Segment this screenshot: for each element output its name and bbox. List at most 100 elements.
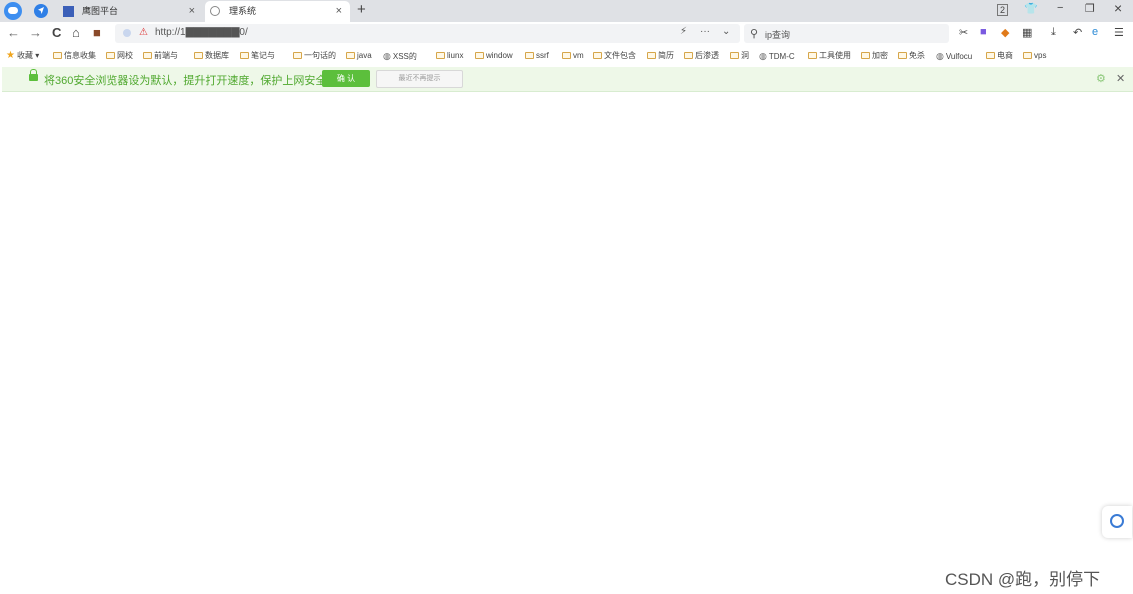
watermark: CSDN @跑，别停下	[945, 570, 1101, 589]
default-browser-infobar: 将360安全浏览器设为默认，提升打开速度，保护上网安全 确 认 最近不再提示 ⚙…	[2, 67, 1133, 92]
folder-icon	[1023, 52, 1032, 59]
skin-icon[interactable]: 👕	[1024, 2, 1038, 15]
apps-grid-icon[interactable]: ▦	[1022, 26, 1032, 39]
bookmark-folder[interactable]: 一句话的	[293, 46, 336, 66]
bookmark-folder[interactable]: 数据库	[194, 46, 229, 66]
bookmark-folder[interactable]: 文件包含	[593, 46, 636, 66]
toolbar: ← → C ⌂ ■ ⚠ http://1▇▇▇▇▇▇▇0/ ⚡ ··· ⌄ ⚲ …	[0, 22, 1133, 46]
tab-title: 鹰图平台	[82, 6, 119, 16]
bookmark-folder[interactable]: 信息收集	[53, 46, 96, 66]
back-button[interactable]: ←	[7, 25, 20, 40]
folder-icon	[194, 52, 203, 59]
scissors-icon[interactable]: ✂	[959, 26, 968, 39]
extension-fox-icon[interactable]: ◆	[1001, 26, 1009, 39]
url-text[interactable]: http://1▇▇▇▇▇▇▇0/	[155, 27, 248, 38]
folder-icon	[593, 52, 602, 59]
folder-icon	[986, 52, 995, 59]
confirm-button[interactable]: 确 认	[322, 70, 370, 87]
download-icon[interactable]: ⤓	[1051, 26, 1056, 39]
folder-icon	[53, 52, 62, 59]
folder-icon	[562, 52, 571, 59]
forward-button[interactable]: →	[29, 25, 42, 40]
tab-2-active[interactable]: 理系统 ×	[205, 1, 350, 22]
extension-bag-icon[interactable]: ■	[93, 25, 101, 40]
site-icon	[123, 29, 131, 37]
bookmark-folder[interactable]: 洞	[730, 46, 749, 66]
folder-icon	[106, 52, 115, 59]
dont-remind-button[interactable]: 最近不再提示	[376, 70, 463, 88]
tab-count-badge[interactable]: 2	[997, 4, 1009, 16]
star-icon: ★	[6, 50, 15, 61]
tab-favicon-icon	[210, 6, 220, 16]
bookmark-folder[interactable]: 工具使用	[808, 46, 851, 66]
folder-icon	[684, 52, 693, 59]
bookmark-link[interactable]: ◍ XSS的	[383, 46, 417, 66]
bookmark-favorites[interactable]: ★ 收藏 ▾	[6, 46, 39, 66]
tab-favicon-icon	[63, 6, 74, 17]
folder-icon	[143, 52, 152, 59]
floating-assistant-button[interactable]	[1102, 506, 1132, 538]
folder-icon	[898, 52, 907, 59]
search-input[interactable]: ip查询	[765, 28, 790, 41]
bookmark-folder[interactable]: 加密	[861, 46, 888, 66]
menu-icon[interactable]: ☰	[1114, 26, 1124, 39]
pinned-tab-icon[interactable]	[34, 4, 48, 18]
folder-icon	[240, 52, 249, 59]
folder-icon	[525, 52, 534, 59]
bookmark-link[interactable]: ◍ TDM-C	[759, 46, 795, 66]
browser-logo-icon[interactable]	[4, 2, 22, 20]
bookmark-folder[interactable]: 前端与	[143, 46, 178, 66]
bookmark-folder[interactable]: 免杀	[898, 46, 925, 66]
restore-button[interactable]: ❐	[1085, 2, 1095, 15]
tab-close-button[interactable]: ×	[336, 1, 342, 22]
bookmark-folder[interactable]: vps	[1023, 46, 1046, 66]
globe-icon: ◍	[759, 51, 767, 61]
tab-close-button[interactable]: ×	[189, 1, 195, 22]
tab-title: 理系统	[229, 6, 257, 16]
bookmarks-bar: ★ 收藏 ▾ 信息收集 网校 前端与 数据库 笔记与 一句话的 java ◍ XSS…	[0, 46, 1133, 66]
bookmark-folder[interactable]: window	[475, 46, 513, 66]
bookmark-folder[interactable]: ssrf	[525, 46, 549, 66]
lock-icon	[29, 69, 38, 81]
infobar-message: 将360安全浏览器设为默认，提升打开速度，保护上网安全	[44, 75, 327, 87]
page-content	[2, 92, 1133, 594]
infobar-close-button[interactable]: ✕	[1116, 72, 1125, 85]
folder-icon	[475, 52, 484, 59]
bookmark-folder[interactable]: 后渗透	[684, 46, 719, 66]
folder-icon	[730, 52, 739, 59]
minimize-button[interactable]: −	[1057, 2, 1063, 14]
close-window-button[interactable]: ×	[1114, 0, 1122, 16]
folder-icon	[808, 52, 817, 59]
bookmark-folder[interactable]: 电商	[986, 46, 1013, 66]
bookmark-folder[interactable]: 简历	[647, 46, 674, 66]
folder-icon	[647, 52, 656, 59]
reload-button[interactable]: C	[52, 25, 61, 40]
bookmark-folder[interactable]: 网校	[106, 46, 133, 66]
undo-icon[interactable]: ↶	[1073, 26, 1082, 39]
globe-icon: ◍	[383, 51, 391, 61]
bookmark-link[interactable]: ◍ Vulfocu	[936, 46, 972, 66]
lightning-icon[interactable]: ⚡	[680, 26, 687, 37]
bookmark-folder[interactable]: vm	[562, 46, 584, 66]
tab-bar: 鹰图平台 × 理系统 × + 2 👕 − ❐ ×	[0, 0, 1133, 22]
extension-purple-icon[interactable]: ■	[980, 26, 987, 38]
chevron-down-icon[interactable]: ⌄	[722, 26, 730, 37]
globe-icon: ◍	[936, 51, 944, 61]
bookmark-folder[interactable]: java	[346, 46, 372, 66]
folder-icon	[436, 52, 445, 59]
folder-icon	[861, 52, 870, 59]
address-bar[interactable]: ⚠ http://1▇▇▇▇▇▇▇0/ ⚡ ··· ⌄	[115, 24, 740, 43]
tab-1[interactable]: 鹰图平台 ×	[58, 1, 203, 22]
folder-icon	[293, 52, 302, 59]
home-button[interactable]: ⌂	[72, 25, 80, 40]
search-box[interactable]: ⚲ ip查询	[744, 24, 949, 43]
insecure-warning-icon[interactable]: ⚠	[139, 27, 148, 38]
folder-icon	[346, 52, 355, 59]
new-tab-button[interactable]: +	[357, 1, 366, 18]
search-icon: ⚲	[750, 28, 759, 40]
gear-icon[interactable]: ⚙	[1096, 72, 1106, 85]
bookmark-folder[interactable]: 笔记与	[240, 46, 275, 66]
browser-ie-icon[interactable]: e	[1092, 26, 1098, 38]
more-button[interactable]: ···	[700, 26, 710, 37]
bookmark-folder[interactable]: liunx	[436, 46, 463, 66]
